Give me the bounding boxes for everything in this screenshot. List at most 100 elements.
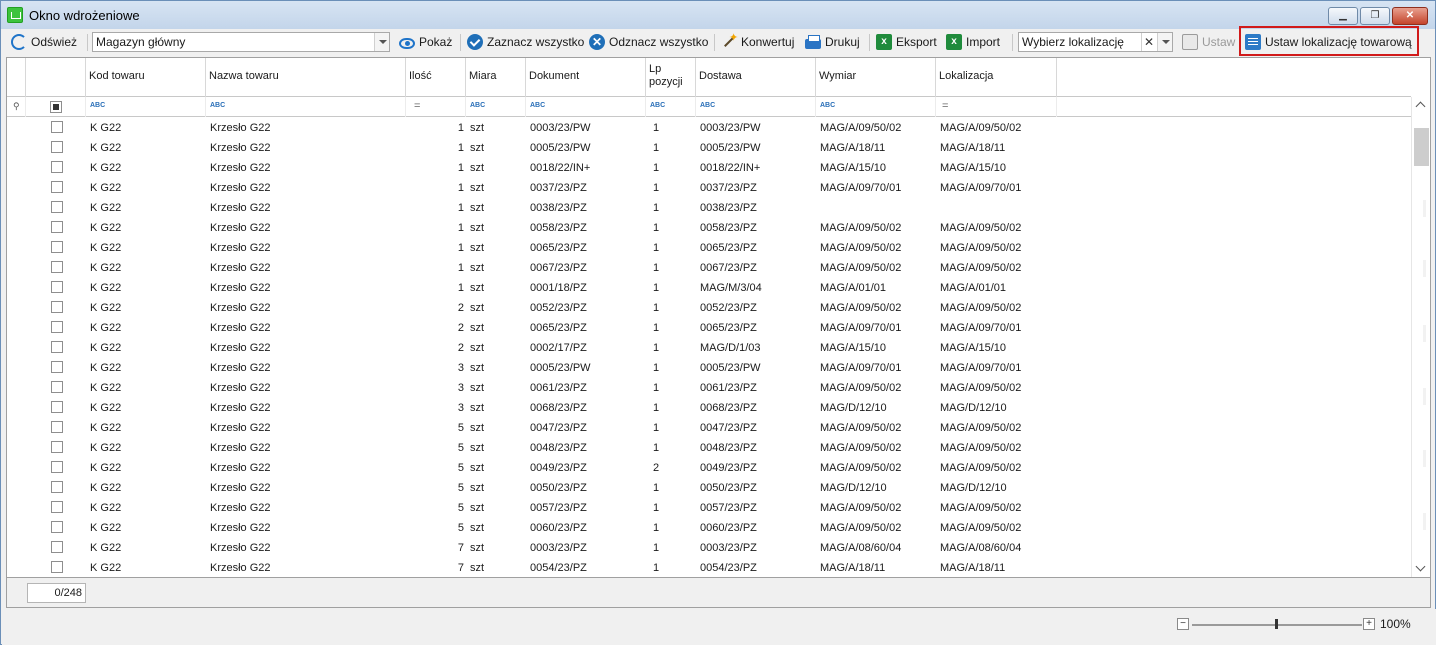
row-checkbox[interactable]	[51, 361, 63, 373]
filter-code[interactable]: ABC	[86, 97, 206, 117]
row-checkbox[interactable]	[51, 501, 63, 513]
minimize-button[interactable]: ▁	[1328, 7, 1358, 25]
scrollbar-thumb[interactable]	[1414, 128, 1429, 166]
print-button[interactable]: Drukuj	[805, 31, 860, 53]
vertical-scrollbar[interactable]	[1411, 97, 1430, 577]
table-row[interactable]: K G22 Krzesło G22 1 szt 0003/23/PW 1 0003/23/P…	[7, 118, 1411, 138]
table-row[interactable]: K G22 Krzesło G22 3 szt 0068/23/PZ 1 0068/23/P…	[7, 398, 1411, 418]
deselect-all-button[interactable]: ✕ Odznacz wszystko	[589, 31, 708, 53]
location-select[interactable]: Wybierz lokalizację ✕	[1018, 32, 1173, 52]
warehouse-select[interactable]: Magazyn główny	[92, 32, 390, 52]
table-row[interactable]: K G22 Krzesło G22 1 szt 0001/18/PZ 1 MAG/M/3/0…	[7, 278, 1411, 298]
grid-header: Kod towaru Nazwa towaru Ilość Miara Doku…	[7, 58, 1411, 97]
row-checkbox[interactable]	[51, 521, 63, 533]
table-row[interactable]: K G22 Krzesło G22 5 szt 0047/23/PZ 1 0047/23/P…	[7, 418, 1411, 438]
cell-dimension: MAG/A/09/70/01	[820, 322, 902, 334]
header-code[interactable]: Kod towaru	[86, 58, 206, 97]
filter-delivery[interactable]: ABC	[696, 97, 816, 117]
filter-name[interactable]: ABC	[206, 97, 406, 117]
set-button[interactable]: Ustaw	[1182, 31, 1235, 53]
cell-unit: szt	[470, 482, 485, 494]
table-row[interactable]: K G22 Krzesło G22 5 szt 0060/23/PZ 1 0060/23/P…	[7, 518, 1411, 538]
convert-button[interactable]: Konwertuj	[721, 31, 794, 53]
header-document[interactable]: Dokument	[526, 58, 646, 97]
filter-qty[interactable]: =	[406, 97, 466, 117]
row-checkbox[interactable]	[51, 481, 63, 493]
filter-dimension[interactable]: ABC	[816, 97, 936, 117]
table-row[interactable]: K G22 Krzesło G22 1 szt 0005/23/PW 1 0005/23/P…	[7, 138, 1411, 158]
cell-dimension: MAG/A/09/50/02	[820, 302, 902, 314]
row-checkbox[interactable]	[51, 381, 63, 393]
table-row[interactable]: K G22 Krzesło G22 2 szt 0002/17/PZ 1 MAG/D/1/0…	[7, 338, 1411, 358]
row-checkbox[interactable]	[51, 441, 63, 453]
show-button[interactable]: Pokaż	[399, 31, 452, 53]
clear-icon[interactable]: ✕	[1141, 33, 1156, 51]
table-row[interactable]: K G22 Krzesło G22 2 szt 0065/23/PZ 1 0065/23/P…	[7, 318, 1411, 338]
export-button[interactable]: x Eksport	[876, 31, 937, 53]
row-checkbox[interactable]	[51, 121, 63, 133]
row-checkbox[interactable]	[51, 141, 63, 153]
row-checkbox[interactable]	[51, 561, 63, 573]
filter-location[interactable]: =	[936, 97, 1057, 117]
row-checkbox[interactable]	[51, 281, 63, 293]
scroll-up-icon[interactable]	[1412, 97, 1430, 114]
row-checkbox[interactable]	[51, 421, 63, 433]
table-row[interactable]: K G22 Krzesło G22 3 szt 0061/23/PZ 1 0061/23/P…	[7, 378, 1411, 398]
cell-name: Krzesło G22	[210, 242, 271, 254]
header-location[interactable]: Lokalizacja	[936, 58, 1057, 97]
header-select[interactable]	[26, 58, 86, 97]
cell-delivery: 0003/23/PZ	[700, 542, 757, 554]
chevron-down-icon[interactable]	[374, 33, 389, 51]
select-all-button[interactable]: Zaznacz wszystko	[467, 31, 584, 53]
row-checkbox[interactable]	[51, 461, 63, 473]
row-checkbox[interactable]	[51, 161, 63, 173]
table-row[interactable]: K G22 Krzesło G22 1 szt 0058/23/PZ 1 0058/23/P…	[7, 218, 1411, 238]
row-checkbox[interactable]	[51, 241, 63, 253]
header-qty[interactable]: Ilość	[406, 58, 466, 97]
table-row[interactable]: K G22 Krzesło G22 7 szt 0054/23/PZ 1 0054/23/P…	[7, 558, 1411, 577]
table-row[interactable]: K G22 Krzesło G22 1 szt 0067/23/PZ 1 0067/23/P…	[7, 258, 1411, 278]
filter-unit[interactable]: ABC	[466, 97, 526, 117]
table-row[interactable]: K G22 Krzesło G22 5 szt 0057/23/PZ 1 0057/23/P…	[7, 498, 1411, 518]
filter-select-cell[interactable]	[26, 97, 86, 117]
zoom-out-button[interactable]: −	[1177, 618, 1189, 630]
filter-lp[interactable]: ABC	[646, 97, 696, 117]
row-checkbox[interactable]	[51, 201, 63, 213]
select-all-checkbox[interactable]	[50, 101, 62, 113]
header-delivery[interactable]: Dostawa	[696, 58, 816, 97]
row-checkbox[interactable]	[51, 301, 63, 313]
header-dimension[interactable]: Wymiar	[816, 58, 936, 97]
close-button[interactable]: ✕	[1392, 7, 1428, 25]
maximize-button[interactable]: ❐	[1360, 7, 1390, 25]
cell-lp: 1	[653, 562, 660, 574]
zoom-slider-thumb[interactable]	[1275, 619, 1278, 629]
refresh-button[interactable]: Odśwież	[11, 31, 77, 53]
cell-delivery: 0037/23/PZ	[700, 182, 757, 194]
table-row[interactable]: K G22 Krzesło G22 5 szt 0050/23/PZ 1 0050/23/P…	[7, 478, 1411, 498]
table-row[interactable]: K G22 Krzesło G22 5 szt 0049/23/PZ 2 0049/23/P…	[7, 458, 1411, 478]
row-checkbox[interactable]	[51, 181, 63, 193]
row-checkbox[interactable]	[51, 541, 63, 553]
row-checkbox[interactable]	[51, 261, 63, 273]
table-row[interactable]: K G22 Krzesło G22 1 szt 0037/23/PZ 1 0037/23/P…	[7, 178, 1411, 198]
filter-document[interactable]: ABC	[526, 97, 646, 117]
row-checkbox[interactable]	[51, 221, 63, 233]
row-checkbox[interactable]	[51, 321, 63, 333]
table-row[interactable]: K G22 Krzesło G22 2 szt 0052/23/PZ 1 0052/23/P…	[7, 298, 1411, 318]
table-row[interactable]: K G22 Krzesło G22 1 szt 0065/23/PZ 1 0065/23/P…	[7, 238, 1411, 258]
table-row[interactable]: K G22 Krzesło G22 7 szt 0003/23/PZ 1 0003/23/P…	[7, 538, 1411, 558]
table-row[interactable]: K G22 Krzesło G22 1 szt 0018/22/IN+ 1 0018/22/…	[7, 158, 1411, 178]
row-checkbox[interactable]	[51, 401, 63, 413]
filter-pin-cell[interactable]: ⚲	[7, 97, 26, 117]
table-row[interactable]: K G22 Krzesło G22 5 szt 0048/23/PZ 1 0048/23/P…	[7, 438, 1411, 458]
zoom-in-button[interactable]: +	[1363, 618, 1375, 630]
header-unit[interactable]: Miara	[466, 58, 526, 97]
chevron-down-icon[interactable]	[1157, 33, 1172, 51]
table-row[interactable]: K G22 Krzesło G22 3 szt 0005/23/PW 1 0005/23/P…	[7, 358, 1411, 378]
header-name[interactable]: Nazwa towaru	[206, 58, 406, 97]
import-button[interactable]: x Import	[946, 31, 1000, 53]
table-row[interactable]: K G22 Krzesło G22 1 szt 0038/23/PZ 1 0038/23/P…	[7, 198, 1411, 218]
row-checkbox[interactable]	[51, 341, 63, 353]
scroll-down-icon[interactable]	[1412, 560, 1430, 577]
header-lp[interactable]: Lp pozycji	[646, 58, 696, 97]
